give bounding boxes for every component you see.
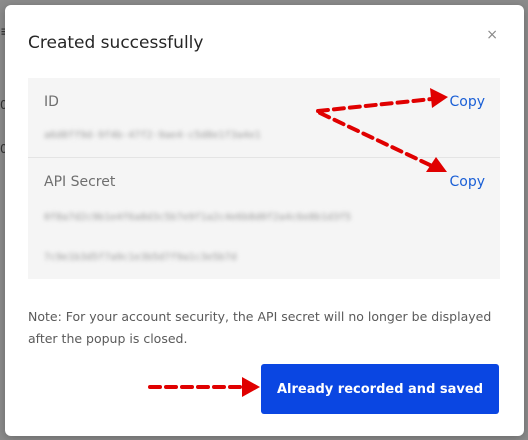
api-secret-label: API Secret [44, 174, 116, 190]
api-secret-value-line2: 7c9e1b3d5f7a9c1e3b5d7f9a1c3e5b7d [44, 252, 237, 263]
id-label: ID [44, 94, 59, 110]
dialog-title: Created successfully [28, 33, 204, 53]
copy-secret-link[interactable]: Copy [449, 174, 485, 190]
api-secret-section: API Secret Copy 0f8a7d2c9b1e4f6a8d3c5b7e… [28, 159, 500, 279]
security-note: Note: For your account security, the API… [28, 309, 492, 346]
copy-id-link[interactable]: Copy [449, 94, 485, 110]
api-secret-value-line1: 0f8a7d2c9b1e4f6a8d3c5b7e9f1a2c4e6b8d0f2a… [44, 212, 352, 223]
id-value: a6d8ff9d-9f4b-47f2-9ae4-c5d8e1f3a4e1 [44, 130, 261, 141]
credentials-box: ID Copy a6d8ff9d-9f4b-47f2-9ae4-c5d8e1f3… [28, 78, 500, 279]
confirm-saved-button[interactable]: Already recorded and saved [261, 364, 499, 414]
close-icon[interactable]: × [486, 27, 498, 43]
success-dialog: Created successfully × ID Copy a6d8ff9d-… [5, 5, 524, 436]
id-section: ID Copy a6d8ff9d-9f4b-47f2-9ae4-c5d8e1f3… [28, 78, 500, 158]
